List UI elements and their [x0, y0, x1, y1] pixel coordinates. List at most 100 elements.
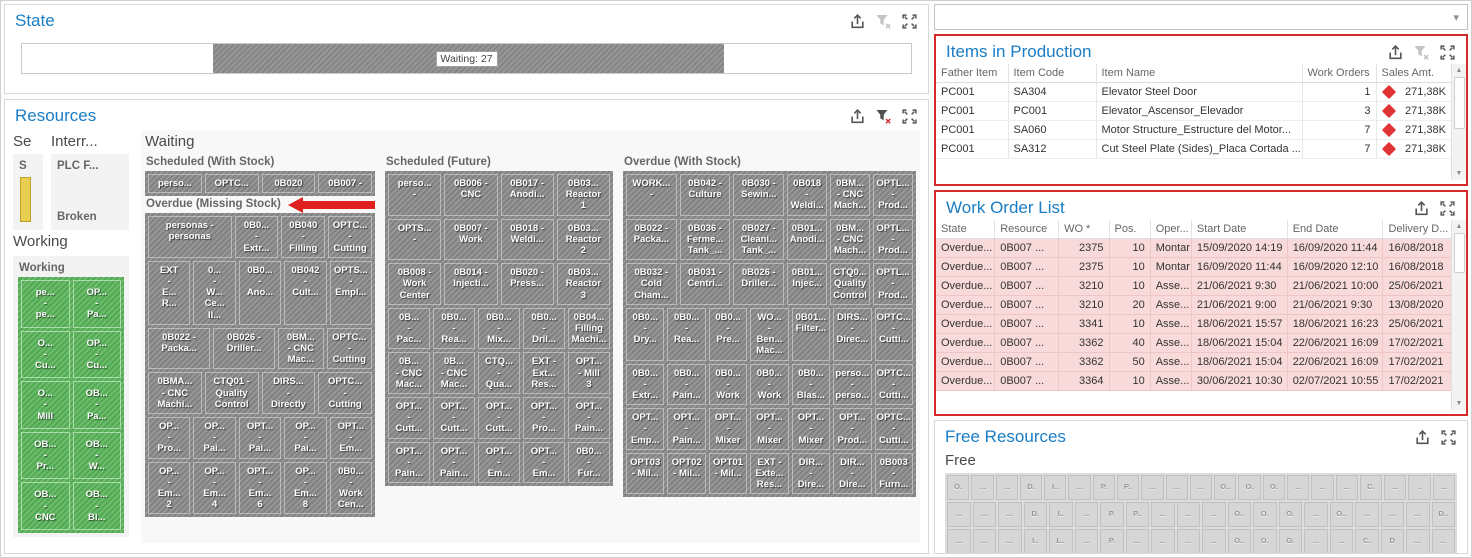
resource-tile[interactable]: 0BMA... - CNC Machi...: [148, 372, 202, 415]
resource-tile[interactable]: OPT... - Em...: [478, 441, 520, 484]
resource-tile[interactable]: OPT... - Cutt...: [388, 397, 430, 439]
table-row[interactable]: PC001 SA060 Motor Structure_Estructure del…: [936, 120, 1451, 140]
resource-tile[interactable]: O..: [1329, 501, 1353, 527]
resource-tile[interactable]: ...: [1286, 475, 1310, 500]
resource-tile[interactable]: 0B040 - Filling: [281, 216, 326, 258]
maximize-icon[interactable]: [1440, 429, 1457, 446]
resource-tile[interactable]: O..: [1227, 528, 1251, 553]
resource-tile[interactable]: 0B... - CNC Mac...: [388, 352, 430, 395]
resource-tile[interactable]: pe... - pe...: [21, 280, 70, 328]
clear-filter-icon[interactable]: [875, 13, 892, 30]
resource-tile[interactable]: 0B032 - Cold Cham...: [626, 263, 677, 305]
resource-tile[interactable]: OPTL... - Prod...: [873, 174, 913, 216]
resource-tile[interactable]: I..: [1049, 501, 1073, 527]
resource-tile[interactable]: OPT02 - Mil...: [667, 452, 706, 495]
resource-tile[interactable]: O.: [1278, 501, 1302, 527]
resource-tile[interactable]: 0B0... - Pain...: [667, 363, 706, 406]
export-icon[interactable]: [1413, 200, 1430, 217]
resource-tile[interactable]: ...: [1141, 475, 1164, 500]
resource-tile[interactable]: 0B0... - Work: [750, 363, 789, 406]
vertical-scrollbar[interactable]: ▲ ▼: [1451, 220, 1466, 410]
resource-tile[interactable]: 0B0... - Dry...: [626, 307, 665, 361]
resource-tile[interactable]: C.: [1355, 528, 1379, 553]
resource-tile[interactable]: ...: [1406, 528, 1430, 553]
resource-tile[interactable]: 0B006 - CNC: [444, 174, 498, 216]
export-icon[interactable]: [1414, 429, 1431, 446]
clear-filter-icon[interactable]: [1413, 44, 1430, 61]
resource-tile[interactable]: ...: [1176, 501, 1200, 527]
maximize-icon[interactable]: [1439, 44, 1456, 61]
maximize-icon[interactable]: [1439, 200, 1456, 217]
resource-tile[interactable]: ...: [1329, 528, 1353, 553]
resource-tile[interactable]: 0B0... - Work Cen...: [329, 461, 373, 515]
resource-tile[interactable]: ...: [1380, 501, 1404, 527]
resource-tile[interactable]: ...: [1431, 528, 1455, 553]
resource-tile[interactable]: O.: [1238, 475, 1261, 500]
column-header[interactable]: WO *: [1058, 220, 1110, 239]
resource-tile[interactable]: ...: [998, 501, 1022, 527]
column-header[interactable]: Sales Amt.: [1375, 64, 1451, 83]
resource-tile[interactable]: P.: [1100, 501, 1124, 527]
resource-tile[interactable]: 0B003 - Furn...: [874, 452, 913, 495]
resource-tile[interactable]: ...: [1304, 501, 1328, 527]
resource-tile[interactable]: ...: [1335, 475, 1358, 500]
resource-tile[interactable]: OPT... - Pain...: [388, 441, 430, 484]
resource-tile[interactable]: OPTC... - Cutti...: [874, 363, 913, 406]
resource-tile[interactable]: ...: [1068, 475, 1091, 500]
resource-tile[interactable]: ...: [1304, 528, 1328, 553]
resource-tile[interactable]: WORK... -: [626, 174, 677, 216]
resource-tile[interactable]: OP... - Pai...: [193, 417, 236, 459]
resource-tile[interactable]: OP... - Pa...: [72, 280, 121, 328]
table-row[interactable]: PC001 PC001 Elevator_Ascensor_Elevador 3 271…: [936, 101, 1451, 121]
resource-tile[interactable]: ...: [1311, 475, 1334, 500]
resource-tile[interactable]: ...: [1125, 528, 1149, 553]
resource-tile[interactable]: perso...: [148, 174, 202, 194]
resource-tile[interactable]: 0B0... - Blas...: [791, 363, 831, 406]
resource-tile[interactable]: OPT... - Pain...: [667, 408, 706, 450]
resource-tile[interactable]: 0B008 - Work Center: [388, 263, 442, 305]
resource-tile[interactable]: 0B020 - Press...: [500, 263, 554, 305]
resource-tile[interactable]: DIRS... - Direc...: [833, 307, 872, 361]
resource-tile[interactable]: perso... -: [388, 174, 442, 216]
resource-tile[interactable]: I..: [1044, 475, 1067, 500]
resource-tile[interactable]: 0... - W... Ce... II...: [193, 260, 236, 325]
resource-tile[interactable]: OPTC...: [204, 174, 259, 194]
scrollbar-thumb[interactable]: [1453, 233, 1465, 273]
column-header[interactable]: Item Name: [1095, 64, 1302, 83]
resource-tile[interactable]: 0B042 - Culture: [679, 174, 731, 216]
resource-tile[interactable]: I..: [1023, 528, 1047, 553]
column-header[interactable]: State: [936, 220, 995, 239]
resource-tile[interactable]: WO... - Ben... Mac...: [750, 307, 789, 361]
resource-tile[interactable]: 0BM... - CNC Mach...: [830, 218, 871, 261]
resource-tile[interactable]: ...: [1384, 475, 1407, 500]
resource-tile[interactable]: 0B017 - Anodi...: [500, 174, 554, 216]
resource-tile[interactable]: OPT... - Mixer: [750, 408, 789, 450]
resource-tile[interactable]: ...: [1432, 475, 1455, 500]
resource-tile[interactable]: ...: [998, 528, 1022, 553]
resource-tile[interactable]: ...: [1202, 528, 1226, 553]
resource-tile[interactable]: OP... - Pro...: [148, 417, 191, 459]
resource-tile[interactable]: 0B0... - Mix...: [478, 307, 520, 350]
resource-tile[interactable]: OB... - Pa...: [72, 381, 121, 429]
resource-tile[interactable]: OP... - Em... 4: [193, 461, 236, 515]
table-row[interactable]: Overdue... 0B007 ... 2375 10 Montar 16/09/202…: [936, 257, 1451, 277]
resource-tile[interactable]: OPT... - Cutt...: [478, 397, 520, 439]
resource-tile[interactable]: 0B0... - Rea...: [433, 307, 475, 350]
resource-tile[interactable]: ...: [1202, 501, 1226, 527]
resource-tile[interactable]: OPT... - Em...: [329, 417, 373, 459]
resource-tile[interactable]: EXT - Ext... Res...: [523, 352, 565, 395]
column-header[interactable]: Oper...: [1149, 220, 1192, 239]
resource-tile[interactable]: OPTC... - Cutti...: [874, 408, 913, 450]
export-icon[interactable]: [1387, 44, 1404, 61]
resource-tile[interactable]: 0B... - CNC Mac...: [433, 352, 475, 395]
resource-tile[interactable]: OB... - CNC: [21, 482, 70, 531]
resource-tile[interactable]: O... - Mill: [21, 381, 70, 429]
table-row[interactable]: Overdue... 0B007 ... 3341 10 Asse... 18/06/20…: [936, 314, 1451, 334]
resource-tile[interactable]: OPT... - Pain...: [568, 397, 610, 439]
resource-tile[interactable]: 0B042 - Cult...: [284, 260, 327, 325]
resource-tile[interactable]: 0B0... - Fur...: [568, 441, 610, 484]
resource-tile[interactable]: CTQ... - Qua...: [478, 352, 520, 395]
column-header[interactable]: Start Date: [1190, 220, 1288, 239]
resource-tile[interactable]: ...: [1176, 528, 1200, 553]
resource-tile[interactable]: ...: [1151, 501, 1175, 527]
